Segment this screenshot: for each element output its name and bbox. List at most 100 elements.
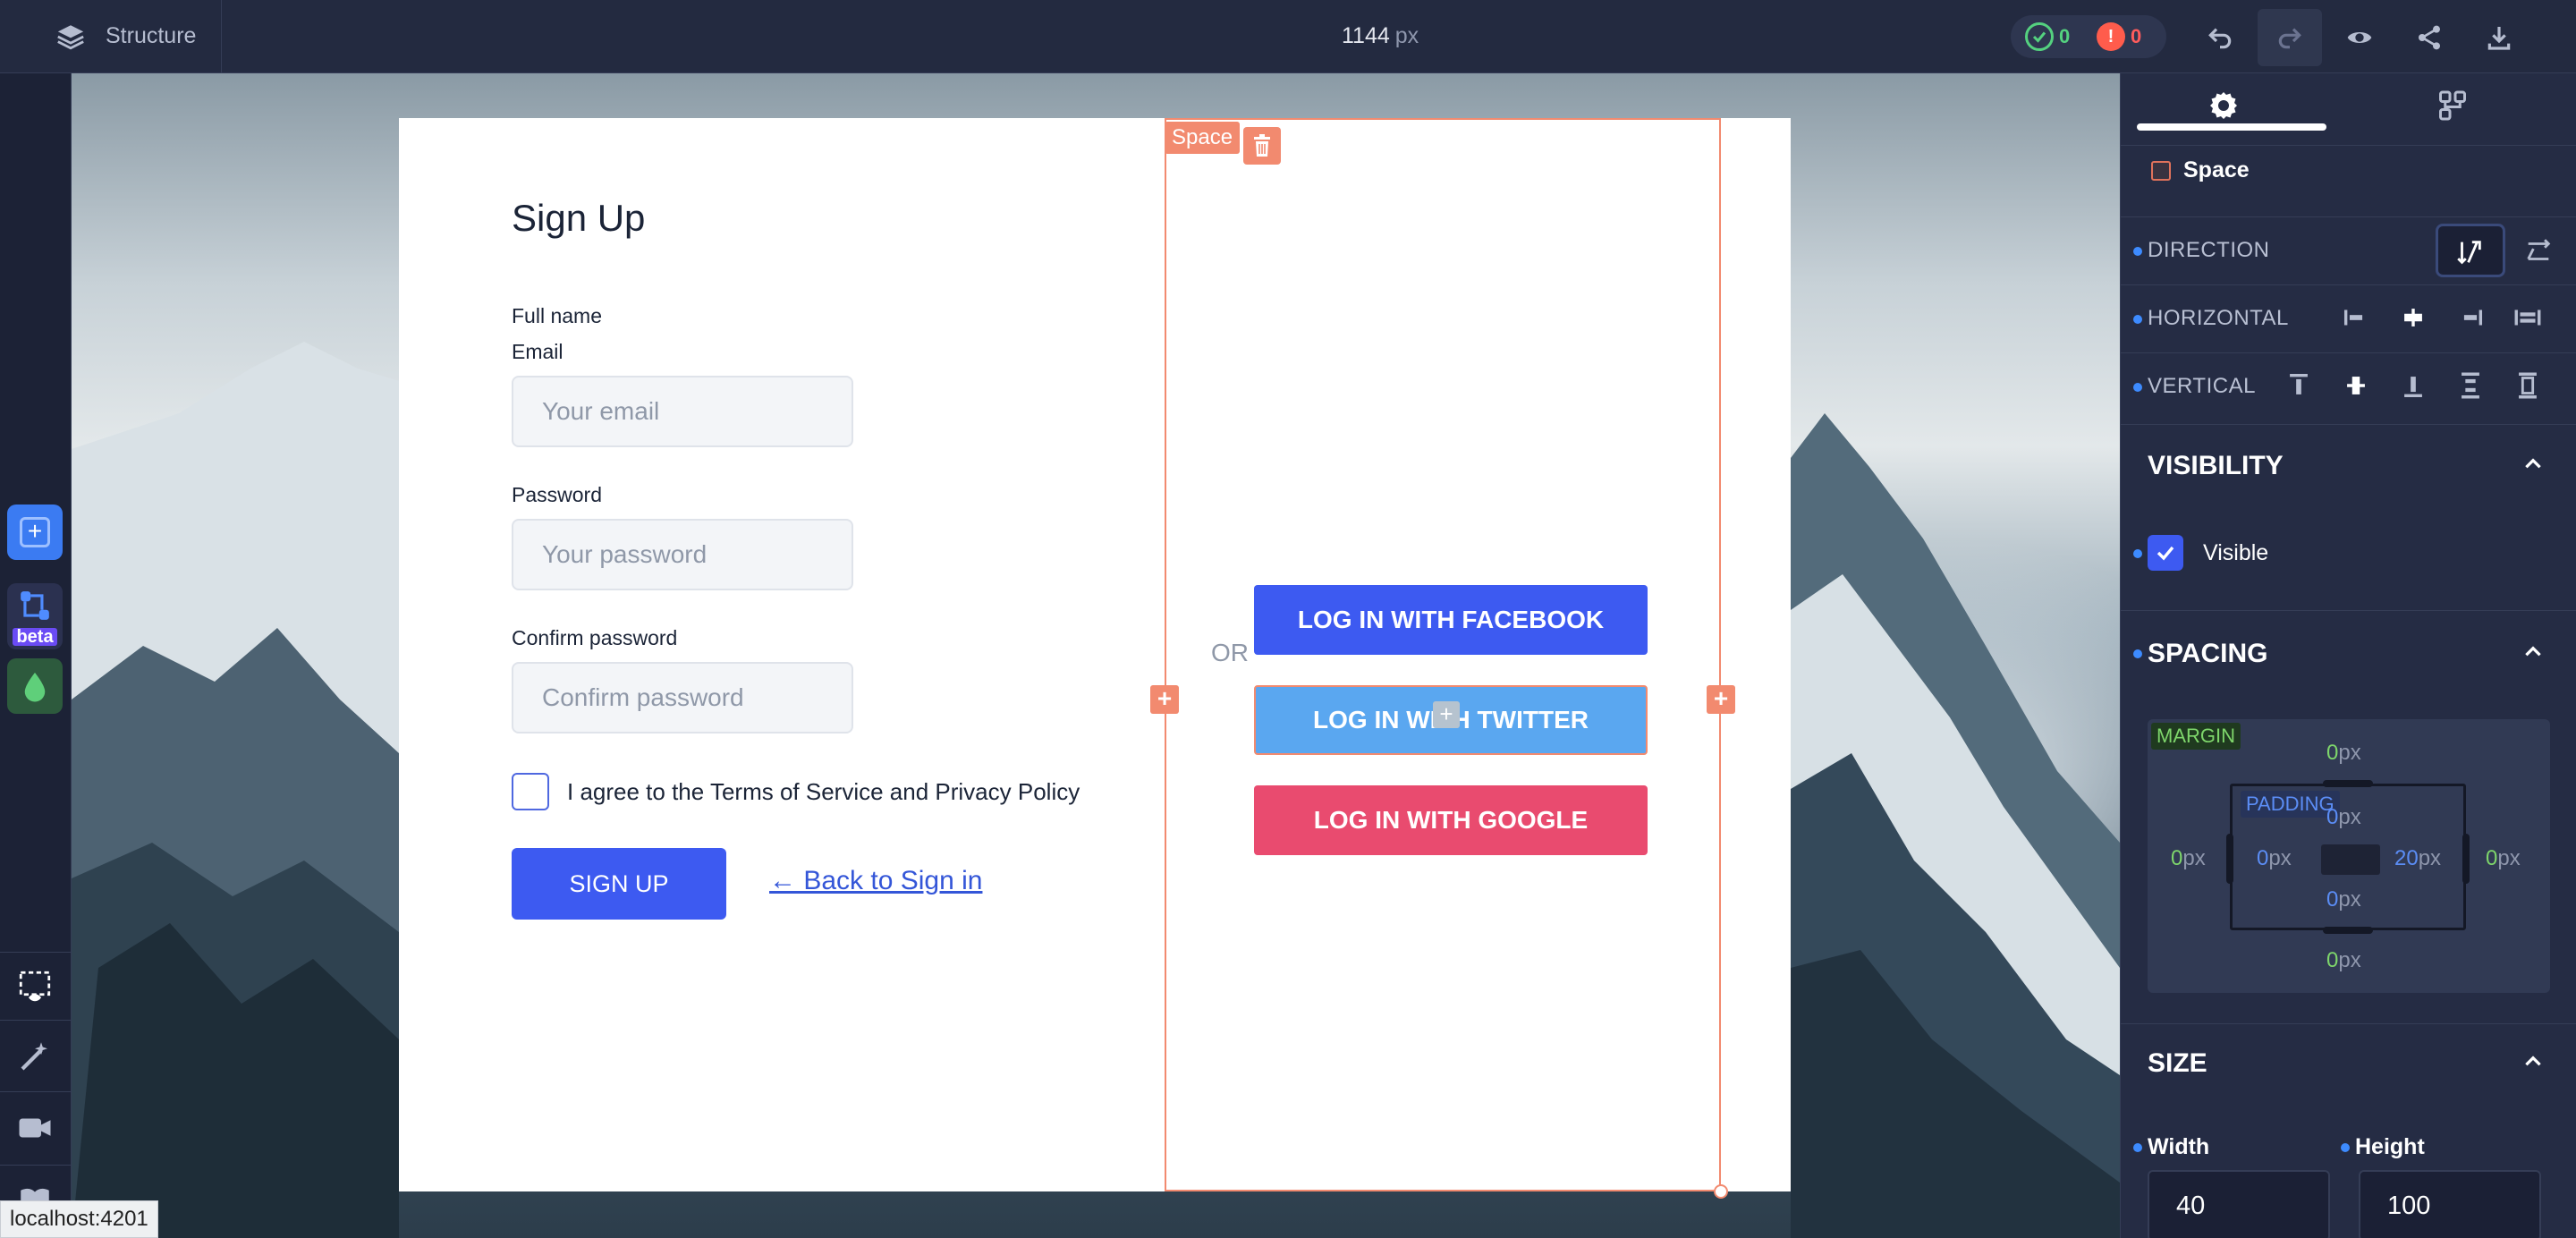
download-button[interactable] bbox=[2467, 9, 2531, 66]
padding-left-value[interactable]: 0px bbox=[2257, 846, 2292, 871]
visibility-select-icon[interactable] bbox=[16, 968, 54, 1005]
password-field[interactable] bbox=[512, 519, 853, 590]
margin-bottom-handle[interactable] bbox=[2323, 927, 2373, 934]
flow-icon bbox=[21, 591, 49, 620]
check-icon bbox=[2025, 22, 2054, 51]
drag-handle-icon[interactable]: + bbox=[1433, 701, 1460, 728]
back-to-signin-link[interactable]: ← Back to Sign in bbox=[769, 866, 982, 896]
redo-icon bbox=[2278, 28, 2301, 49]
email-input[interactable] bbox=[513, 377, 852, 445]
height-field[interactable] bbox=[2359, 1170, 2541, 1238]
delete-space-button[interactable] bbox=[1243, 127, 1281, 165]
margin-right-number: 0 bbox=[2486, 846, 2498, 870]
layers-icon bbox=[57, 25, 84, 50]
visible-checkbox[interactable] bbox=[2148, 535, 2183, 571]
google-login-button[interactable]: LOG IN WITH GOOGLE bbox=[1254, 785, 1648, 855]
vertical-label: VERTICAL bbox=[2148, 374, 2256, 398]
droplet-icon bbox=[24, 673, 46, 702]
confirm-password-label: Confirm password bbox=[512, 626, 678, 649]
visibility-section-title[interactable]: VISIBILITY bbox=[2148, 451, 2284, 481]
divider bbox=[2121, 284, 2576, 285]
align-center-icon[interactable] bbox=[2398, 302, 2428, 333]
chevron-up-icon[interactable] bbox=[2521, 640, 2545, 664]
width-input[interactable] bbox=[2149, 1172, 2328, 1238]
or-separator: OR bbox=[1211, 639, 1249, 666]
valign-bottom-icon[interactable] bbox=[2398, 370, 2428, 401]
flow-builder-button[interactable]: beta bbox=[7, 583, 63, 649]
margin-bottom-value[interactable]: 0px bbox=[2326, 948, 2361, 973]
chevron-up-icon[interactable] bbox=[2521, 453, 2545, 476]
padding-top-number: 0 bbox=[2326, 805, 2339, 829]
spacing-section-title[interactable]: SPACING bbox=[2148, 639, 2267, 669]
undo-button[interactable] bbox=[2188, 9, 2252, 66]
plus-icon: + bbox=[20, 517, 50, 547]
margin-right-value[interactable]: 0px bbox=[2486, 846, 2521, 871]
signup-button[interactable]: SIGN UP bbox=[512, 848, 726, 920]
modified-indicator bbox=[2133, 315, 2142, 324]
status-bar-url: localhost:4201 bbox=[0, 1200, 158, 1238]
margin-left-number: 0 bbox=[2171, 846, 2183, 870]
email-field[interactable] bbox=[512, 376, 853, 447]
padding-right-unit: px bbox=[2418, 846, 2442, 870]
add-block-button[interactable]: + bbox=[7, 505, 63, 560]
chevron-up-icon[interactable] bbox=[2521, 1050, 2545, 1073]
align-left-icon[interactable] bbox=[2341, 302, 2371, 333]
margin-left-handle[interactable] bbox=[2226, 834, 2233, 884]
flow-icon bbox=[2439, 90, 2466, 121]
direction-vertical-option[interactable] bbox=[2436, 224, 2505, 277]
resize-handle[interactable] bbox=[1714, 1184, 1728, 1199]
margin-top-handle[interactable] bbox=[2323, 780, 2373, 787]
add-left-button[interactable]: + bbox=[1150, 685, 1179, 714]
padding-bottom-unit: px bbox=[2338, 887, 2361, 912]
height-input[interactable] bbox=[2360, 1172, 2539, 1238]
video-camera-icon[interactable] bbox=[16, 1109, 54, 1147]
error-badge[interactable]: ! 0 bbox=[2097, 21, 2141, 53]
valign-space-between-icon[interactable] bbox=[2455, 370, 2486, 401]
margin-top-value[interactable]: 0px bbox=[2326, 741, 2361, 766]
valign-center-icon[interactable] bbox=[2341, 370, 2371, 401]
redo-button[interactable] bbox=[2258, 9, 2322, 66]
valign-stretch-icon[interactable] bbox=[2512, 370, 2543, 401]
align-stretch-icon[interactable] bbox=[2512, 302, 2543, 333]
padding-right-value[interactable]: 20px bbox=[2394, 846, 2441, 871]
share-button[interactable] bbox=[2397, 9, 2462, 66]
design-canvas[interactable]: Sign Up Full name Email Password Confirm… bbox=[72, 73, 2120, 1238]
divider bbox=[2121, 424, 2576, 425]
width-field[interactable] bbox=[2148, 1170, 2330, 1238]
align-right-icon[interactable] bbox=[2455, 302, 2486, 333]
theme-button[interactable] bbox=[7, 658, 63, 714]
rail-divider bbox=[0, 952, 72, 953]
terms-label: I agree to the Terms of Service and Priv… bbox=[567, 778, 1080, 805]
preview-button[interactable] bbox=[2327, 9, 2392, 66]
email-label: Email bbox=[512, 340, 564, 363]
validation-badges[interactable]: 0 ! 0 bbox=[2011, 15, 2166, 58]
beta-badge: beta bbox=[13, 628, 57, 646]
tab-flow[interactable] bbox=[2350, 73, 2555, 138]
password-input[interactable] bbox=[513, 521, 852, 589]
margin-right-handle[interactable] bbox=[2462, 834, 2470, 884]
structure-toggle[interactable]: Structure bbox=[0, 0, 222, 73]
terms-checkbox[interactable] bbox=[512, 773, 549, 810]
trash-icon bbox=[1254, 134, 1270, 157]
valign-top-icon[interactable] bbox=[2284, 370, 2314, 401]
padding-bottom-value[interactable]: 0px bbox=[2326, 887, 2361, 912]
direction-horizontal-icon[interactable] bbox=[2523, 236, 2554, 267]
margin-left-value[interactable]: 0px bbox=[2171, 846, 2206, 871]
add-right-button[interactable]: + bbox=[1707, 685, 1735, 714]
divider bbox=[2121, 352, 2576, 353]
size-section-title[interactable]: SIZE bbox=[2148, 1048, 2207, 1079]
magic-wand-icon[interactable] bbox=[16, 1038, 54, 1075]
facebook-login-button[interactable]: LOG IN WITH FACEBOOK bbox=[1254, 585, 1648, 655]
direction-vertical-icon bbox=[2457, 241, 2481, 265]
rail-divider bbox=[0, 1091, 72, 1092]
component-color-swatch bbox=[2151, 161, 2171, 181]
padding-top-unit: px bbox=[2338, 805, 2361, 829]
height-label: Height bbox=[2355, 1134, 2425, 1159]
padding-top-value[interactable]: 0px bbox=[2326, 805, 2361, 830]
confirm-password-input[interactable] bbox=[513, 664, 852, 732]
page-title: Sign Up bbox=[512, 197, 646, 239]
canvas-width-unit: px bbox=[1394, 23, 1419, 48]
confirm-password-field[interactable] bbox=[512, 662, 853, 733]
padding-left-unit: px bbox=[2268, 846, 2292, 870]
success-badge[interactable]: 0 bbox=[2025, 21, 2070, 53]
